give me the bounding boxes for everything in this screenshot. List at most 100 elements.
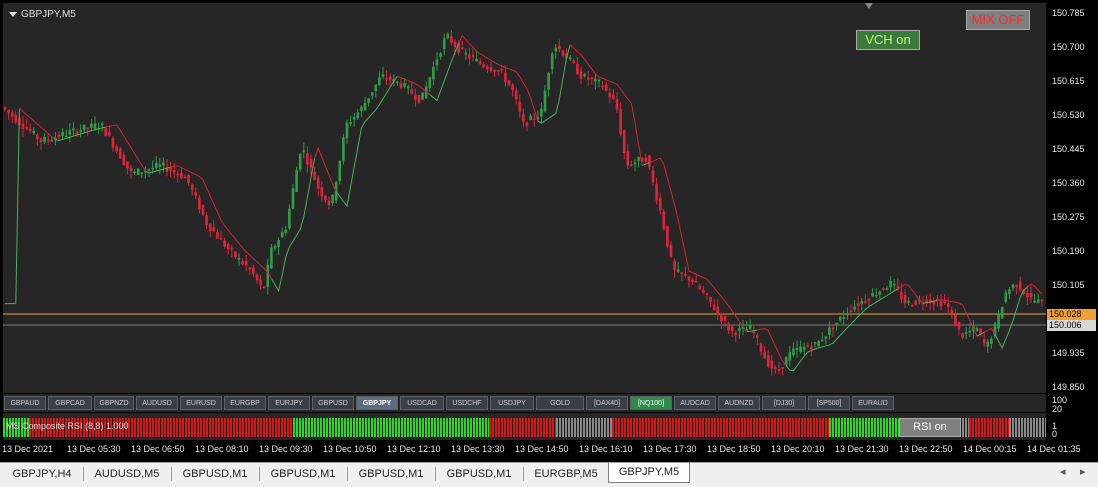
- candle-body: [349, 122, 352, 125]
- candle-body: [626, 151, 630, 166]
- indicator-axis-label: 20: [1052, 404, 1063, 414]
- symbol-button-usdjpy[interactable]: USDJPY: [490, 396, 534, 410]
- candle-body: [507, 80, 511, 86]
- symbol-button-nq100[interactable]: [NQ100]: [630, 396, 672, 410]
- price-label: 150.785: [1052, 8, 1085, 18]
- candle-body: [417, 95, 421, 103]
- candle-body: [61, 131, 64, 136]
- price-label: 150.445: [1052, 144, 1085, 154]
- vch-toggle-button[interactable]: VCH on: [856, 30, 920, 50]
- candle-body: [421, 92, 424, 100]
- dropdown-arrow-icon[interactable]: [9, 11, 17, 17]
- candle-body: [788, 352, 792, 361]
- tab-eurgbp-m5[interactable]: EURGBP,M5: [528, 465, 604, 483]
- tab-gbpusd-m1[interactable]: GBPUSD,M1: [264, 465, 342, 483]
- candle-body: [489, 67, 493, 72]
- candle-body: [385, 77, 388, 80]
- time-label: 13 Dec 14:50: [515, 444, 569, 454]
- candle-body: [50, 140, 54, 142]
- candle-body: [684, 274, 687, 276]
- candle-body: [774, 367, 777, 369]
- candle-body: [694, 280, 698, 283]
- rsi-segment: [293, 418, 489, 437]
- tab-gbpjpy-h4[interactable]: GBPJPY,H4: [6, 465, 78, 483]
- symbol-button-gold[interactable]: GOLD: [536, 396, 584, 410]
- tab-gbpusd-m1[interactable]: GBPUSD,M1: [440, 465, 518, 483]
- symbol-button-usdchf[interactable]: USDCHF: [446, 396, 488, 410]
- candle-body: [878, 291, 882, 295]
- candle-body: [460, 47, 464, 49]
- candle-body: [680, 272, 684, 274]
- price-label: 149.850: [1052, 382, 1085, 392]
- candle-body: [244, 261, 248, 266]
- candle-body: [151, 167, 154, 170]
- candle-body: [702, 289, 705, 293]
- rsi-toggle-button[interactable]: RSI on: [899, 418, 961, 437]
- symbol-button-dj30[interactable]: [DJ30]: [762, 396, 806, 410]
- price-chart[interactable]: GBPJPY,M5 MIX OFF VCH on: [3, 3, 1046, 393]
- candle-body: [604, 84, 608, 91]
- candle-body: [176, 174, 180, 176]
- symbol-button-gbpaud[interactable]: GBPAUD: [4, 396, 46, 410]
- candle-body: [46, 139, 50, 142]
- candle-body: [212, 227, 216, 232]
- candle-body: [104, 128, 108, 137]
- symbol-button-audusd[interactable]: AUDUSD: [136, 396, 178, 410]
- time-axis[interactable]: 13 Dec 2021 13 Dec 05:30 13 Dec 06:50 13…: [0, 441, 1098, 461]
- candle-body: [93, 123, 97, 129]
- time-label: 13 Dec 18:50: [707, 444, 761, 454]
- candle-body: [75, 131, 79, 135]
- candle-body: [14, 115, 18, 123]
- candle-body: [39, 138, 43, 143]
- symbol-button-eurusd[interactable]: EURUSD: [180, 396, 222, 410]
- candle-body: [525, 122, 529, 127]
- symbol-button-usdcad[interactable]: USDCAD: [400, 396, 444, 410]
- candle-body: [828, 327, 831, 335]
- symbol-button-eurjpy[interactable]: EURJPY: [268, 396, 310, 410]
- symbol-button-gbpcad[interactable]: GBPCAD: [48, 396, 92, 410]
- time-label: 13 Dec 17:30: [643, 444, 697, 454]
- mix-toggle-button[interactable]: MIX OFF: [966, 10, 1030, 30]
- symbol-button-audcad[interactable]: AUDCAD: [674, 396, 716, 410]
- candlestick-plot[interactable]: [3, 3, 1046, 393]
- moving-average-line: [458, 34, 539, 122]
- candle-body: [356, 112, 360, 119]
- candle-body: [248, 267, 252, 270]
- tab-gbpusd-m1[interactable]: GBPUSD,M1: [176, 465, 254, 483]
- candle-body: [122, 155, 126, 165]
- tab-audusd-m5[interactable]: AUDUSD,M5: [88, 465, 166, 483]
- candle-body: [82, 124, 86, 131]
- tab-gbpjpy-m5[interactable]: GBPJPY,M5: [608, 463, 690, 483]
- candle-body: [234, 251, 237, 258]
- time-label: 13 Dec 08:10: [195, 444, 249, 454]
- symbol-button-eurgbp[interactable]: EURGBP: [224, 396, 266, 410]
- candle-body: [907, 300, 910, 303]
- tab-scroll-left-icon[interactable]: ◂: [1060, 465, 1066, 478]
- candle-body: [860, 300, 864, 304]
- symbol-button-euraud[interactable]: EURAUD: [852, 396, 894, 410]
- candle-body: [25, 127, 28, 129]
- candle-body: [291, 188, 295, 209]
- candle-body: [568, 57, 572, 60]
- indicator-label: MS Composite RSI (8,8) 1.000: [6, 421, 129, 431]
- symbol-button-sp500[interactable]: [SP500]: [808, 396, 850, 410]
- tab-scroll-right-icon[interactable]: ▸: [1080, 465, 1086, 478]
- candle-body: [133, 171, 136, 174]
- symbol-button-audnzd[interactable]: AUDNZD: [718, 396, 760, 410]
- candle-body: [889, 280, 892, 288]
- candle-body: [968, 330, 972, 333]
- tab-separator: [83, 467, 84, 481]
- candle-body: [284, 229, 288, 234]
- candle-body: [669, 244, 673, 257]
- tab-gbpusd-m1[interactable]: GBPUSD,M1: [352, 465, 430, 483]
- candle-body: [511, 84, 514, 91]
- symbol-button-dax40[interactable]: [DAX40]: [586, 396, 628, 410]
- price-axis[interactable]: 150.785 150.700 150.615 150.530 150.445 …: [1046, 3, 1098, 393]
- moving-average-line: [649, 157, 748, 332]
- bid-price-tag: 150.006: [1047, 320, 1096, 331]
- rsi-indicator-panel[interactable]: MS Composite RSI (8,8) 1.000 RSI on: [3, 413, 1046, 440]
- chart-symbol-title[interactable]: GBPJPY,M5: [9, 9, 76, 20]
- symbol-button-gbpjpy[interactable]: GBPJPY: [356, 396, 398, 410]
- symbol-button-gbpusd[interactable]: GBPUSD: [312, 396, 354, 410]
- symbol-button-gbpnzd[interactable]: GBPNZD: [94, 396, 134, 410]
